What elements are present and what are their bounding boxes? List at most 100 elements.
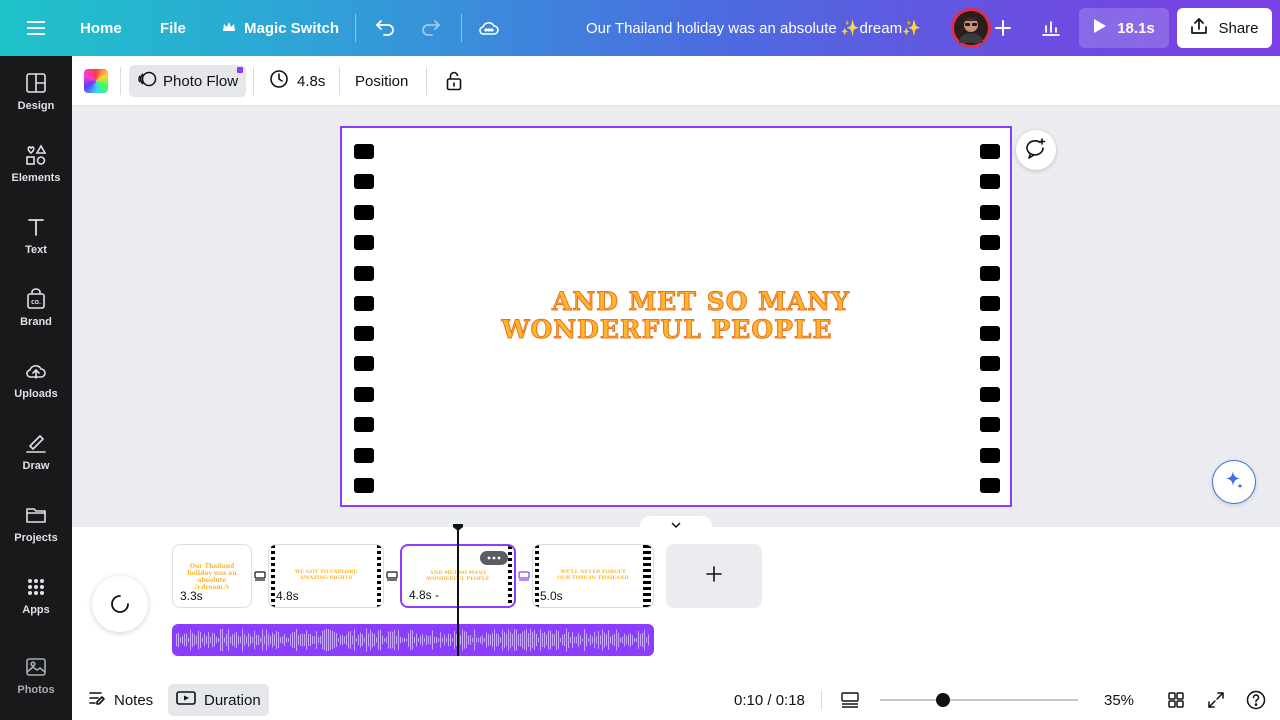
clip-more-button[interactable] bbox=[480, 551, 508, 565]
play-preview-button[interactable]: 18.1s bbox=[1079, 8, 1169, 48]
waveform-bar bbox=[498, 634, 499, 646]
waveform-bar bbox=[296, 628, 297, 652]
waveform-bar bbox=[560, 637, 561, 643]
divider bbox=[355, 14, 356, 42]
grid-view-icon[interactable] bbox=[1164, 688, 1188, 712]
waveform-bar bbox=[226, 634, 227, 646]
clip-duration: 4.8s bbox=[276, 589, 299, 603]
canvas-page[interactable]: AND MET SO MANY WONDERFUL PEOPLE bbox=[340, 126, 1012, 507]
position-button[interactable]: Position bbox=[355, 65, 408, 97]
waveform-bar bbox=[314, 636, 315, 644]
help-icon[interactable] bbox=[1244, 688, 1268, 712]
waveform-bar bbox=[318, 637, 319, 643]
transition-button[interactable] bbox=[252, 568, 268, 584]
design-title[interactable]: Our Thailand holiday was an absolute ✨dr… bbox=[586, 0, 921, 56]
redo-icon[interactable] bbox=[417, 14, 445, 42]
timing-button[interactable]: 4.8s bbox=[265, 65, 329, 97]
photo-flow-button[interactable]: Photo Flow bbox=[129, 65, 247, 97]
transition-button[interactable] bbox=[384, 568, 400, 584]
waveform-bar bbox=[510, 631, 511, 649]
divider bbox=[120, 67, 121, 95]
waveform-bar bbox=[586, 633, 587, 647]
waveform-bar bbox=[388, 631, 389, 649]
collapse-timeline-button[interactable] bbox=[640, 516, 712, 532]
sidebar-item-text[interactable]: Text bbox=[0, 204, 72, 268]
canvas-headline[interactable]: AND MET SO MANY WONDERFUL PEOPLE bbox=[492, 287, 872, 344]
timeline-clip[interactable]: WE GOT TO EXPLORE AMAZING SIGHTS 4.8s bbox=[268, 544, 384, 608]
left-sidebar: Design Elements Text CO. Brand Uploads D… bbox=[0, 56, 72, 720]
zoom-level[interactable]: 35% bbox=[1104, 680, 1134, 720]
new-badge bbox=[237, 67, 244, 73]
add-comment-button[interactable] bbox=[1016, 130, 1056, 170]
timeline-clip[interactable]: Our Thailand holiday was an absolute ✨dr… bbox=[172, 544, 252, 608]
sidebar-item-draw[interactable]: Draw bbox=[0, 420, 72, 484]
zoom-slider[interactable] bbox=[880, 699, 1078, 701]
chevron-down-icon bbox=[671, 515, 681, 533]
waveform-bar bbox=[486, 632, 487, 648]
playhead[interactable] bbox=[457, 530, 459, 656]
waveform-bar bbox=[562, 634, 563, 646]
home-button[interactable]: Home bbox=[80, 0, 122, 56]
plus-icon bbox=[706, 565, 722, 587]
transition-button[interactable] bbox=[516, 568, 532, 584]
waveform-bar bbox=[326, 628, 327, 652]
sidebar-item-brand[interactable]: CO. Brand bbox=[0, 276, 72, 340]
add-page-button[interactable] bbox=[666, 544, 762, 608]
file-menu[interactable]: File bbox=[160, 0, 186, 56]
waveform-bar bbox=[286, 637, 287, 643]
animate-icon bbox=[137, 70, 157, 92]
waveform-bar bbox=[308, 633, 309, 647]
magic-switch-button[interactable]: Magic Switch bbox=[222, 0, 339, 56]
sidebar-item-design[interactable]: Design bbox=[0, 60, 72, 124]
waveform-bar bbox=[556, 629, 557, 651]
waveform-bar bbox=[602, 629, 603, 651]
waveform-bar bbox=[366, 628, 367, 652]
duration-button[interactable]: Duration bbox=[168, 684, 269, 716]
sidebar-item-photos[interactable]: Photos bbox=[0, 644, 72, 708]
audio-track[interactable] bbox=[172, 624, 654, 656]
waveform-bar bbox=[176, 633, 177, 647]
magic-assistant-button[interactable] bbox=[1212, 460, 1256, 504]
waveform-bar bbox=[440, 632, 441, 648]
waveform-bar bbox=[582, 638, 583, 642]
waveform-bar bbox=[230, 636, 231, 644]
zoom-slider-handle[interactable] bbox=[936, 693, 951, 707]
color-picker-icon[interactable] bbox=[84, 69, 108, 93]
waveform-bar bbox=[576, 636, 577, 644]
cloud-sync-icon[interactable] bbox=[475, 14, 503, 42]
waveform-bar bbox=[574, 636, 575, 644]
film-perforation bbox=[647, 545, 651, 607]
waveform-bar bbox=[606, 634, 607, 646]
notes-button[interactable]: Notes bbox=[80, 684, 161, 716]
sidebar-item-apps[interactable]: Apps bbox=[0, 564, 72, 628]
waveform-bar bbox=[400, 636, 401, 644]
sidebar-item-projects[interactable]: Projects bbox=[0, 492, 72, 556]
waveform-bar bbox=[618, 632, 619, 648]
waveform-bar bbox=[454, 630, 455, 650]
fullscreen-icon[interactable] bbox=[1204, 688, 1228, 712]
waveform-bar bbox=[342, 634, 343, 646]
text-icon bbox=[28, 219, 44, 236]
sidebar-item-uploads[interactable]: Uploads bbox=[0, 348, 72, 412]
waveform-bar bbox=[238, 635, 239, 645]
waveform-bar bbox=[614, 634, 615, 646]
waveform-bar bbox=[642, 632, 643, 648]
insights-chart-icon[interactable] bbox=[1033, 12, 1069, 44]
timeline-clip[interactable]: WE'LL NEVER FORGET OUR TIME IN THAILAND … bbox=[532, 544, 654, 608]
playhead-handle[interactable] bbox=[452, 523, 464, 532]
lock-icon[interactable] bbox=[440, 67, 468, 95]
waveform-bar bbox=[258, 634, 259, 646]
share-button[interactable]: Share bbox=[1177, 8, 1272, 48]
menu-icon[interactable] bbox=[20, 14, 52, 42]
avatar[interactable] bbox=[951, 8, 991, 48]
waveform-bar bbox=[184, 634, 185, 646]
transition-icon bbox=[254, 571, 266, 581]
film-sprocket-hole bbox=[354, 235, 374, 250]
undo-icon[interactable] bbox=[371, 14, 399, 42]
sidebar-item-elements[interactable]: Elements bbox=[0, 132, 72, 196]
film-sprocket-hole bbox=[354, 266, 374, 281]
waveform-bar bbox=[340, 635, 341, 645]
page-view-icon[interactable] bbox=[838, 688, 862, 712]
add-collaborator-icon[interactable] bbox=[987, 12, 1019, 44]
waveform-bar bbox=[538, 637, 539, 643]
